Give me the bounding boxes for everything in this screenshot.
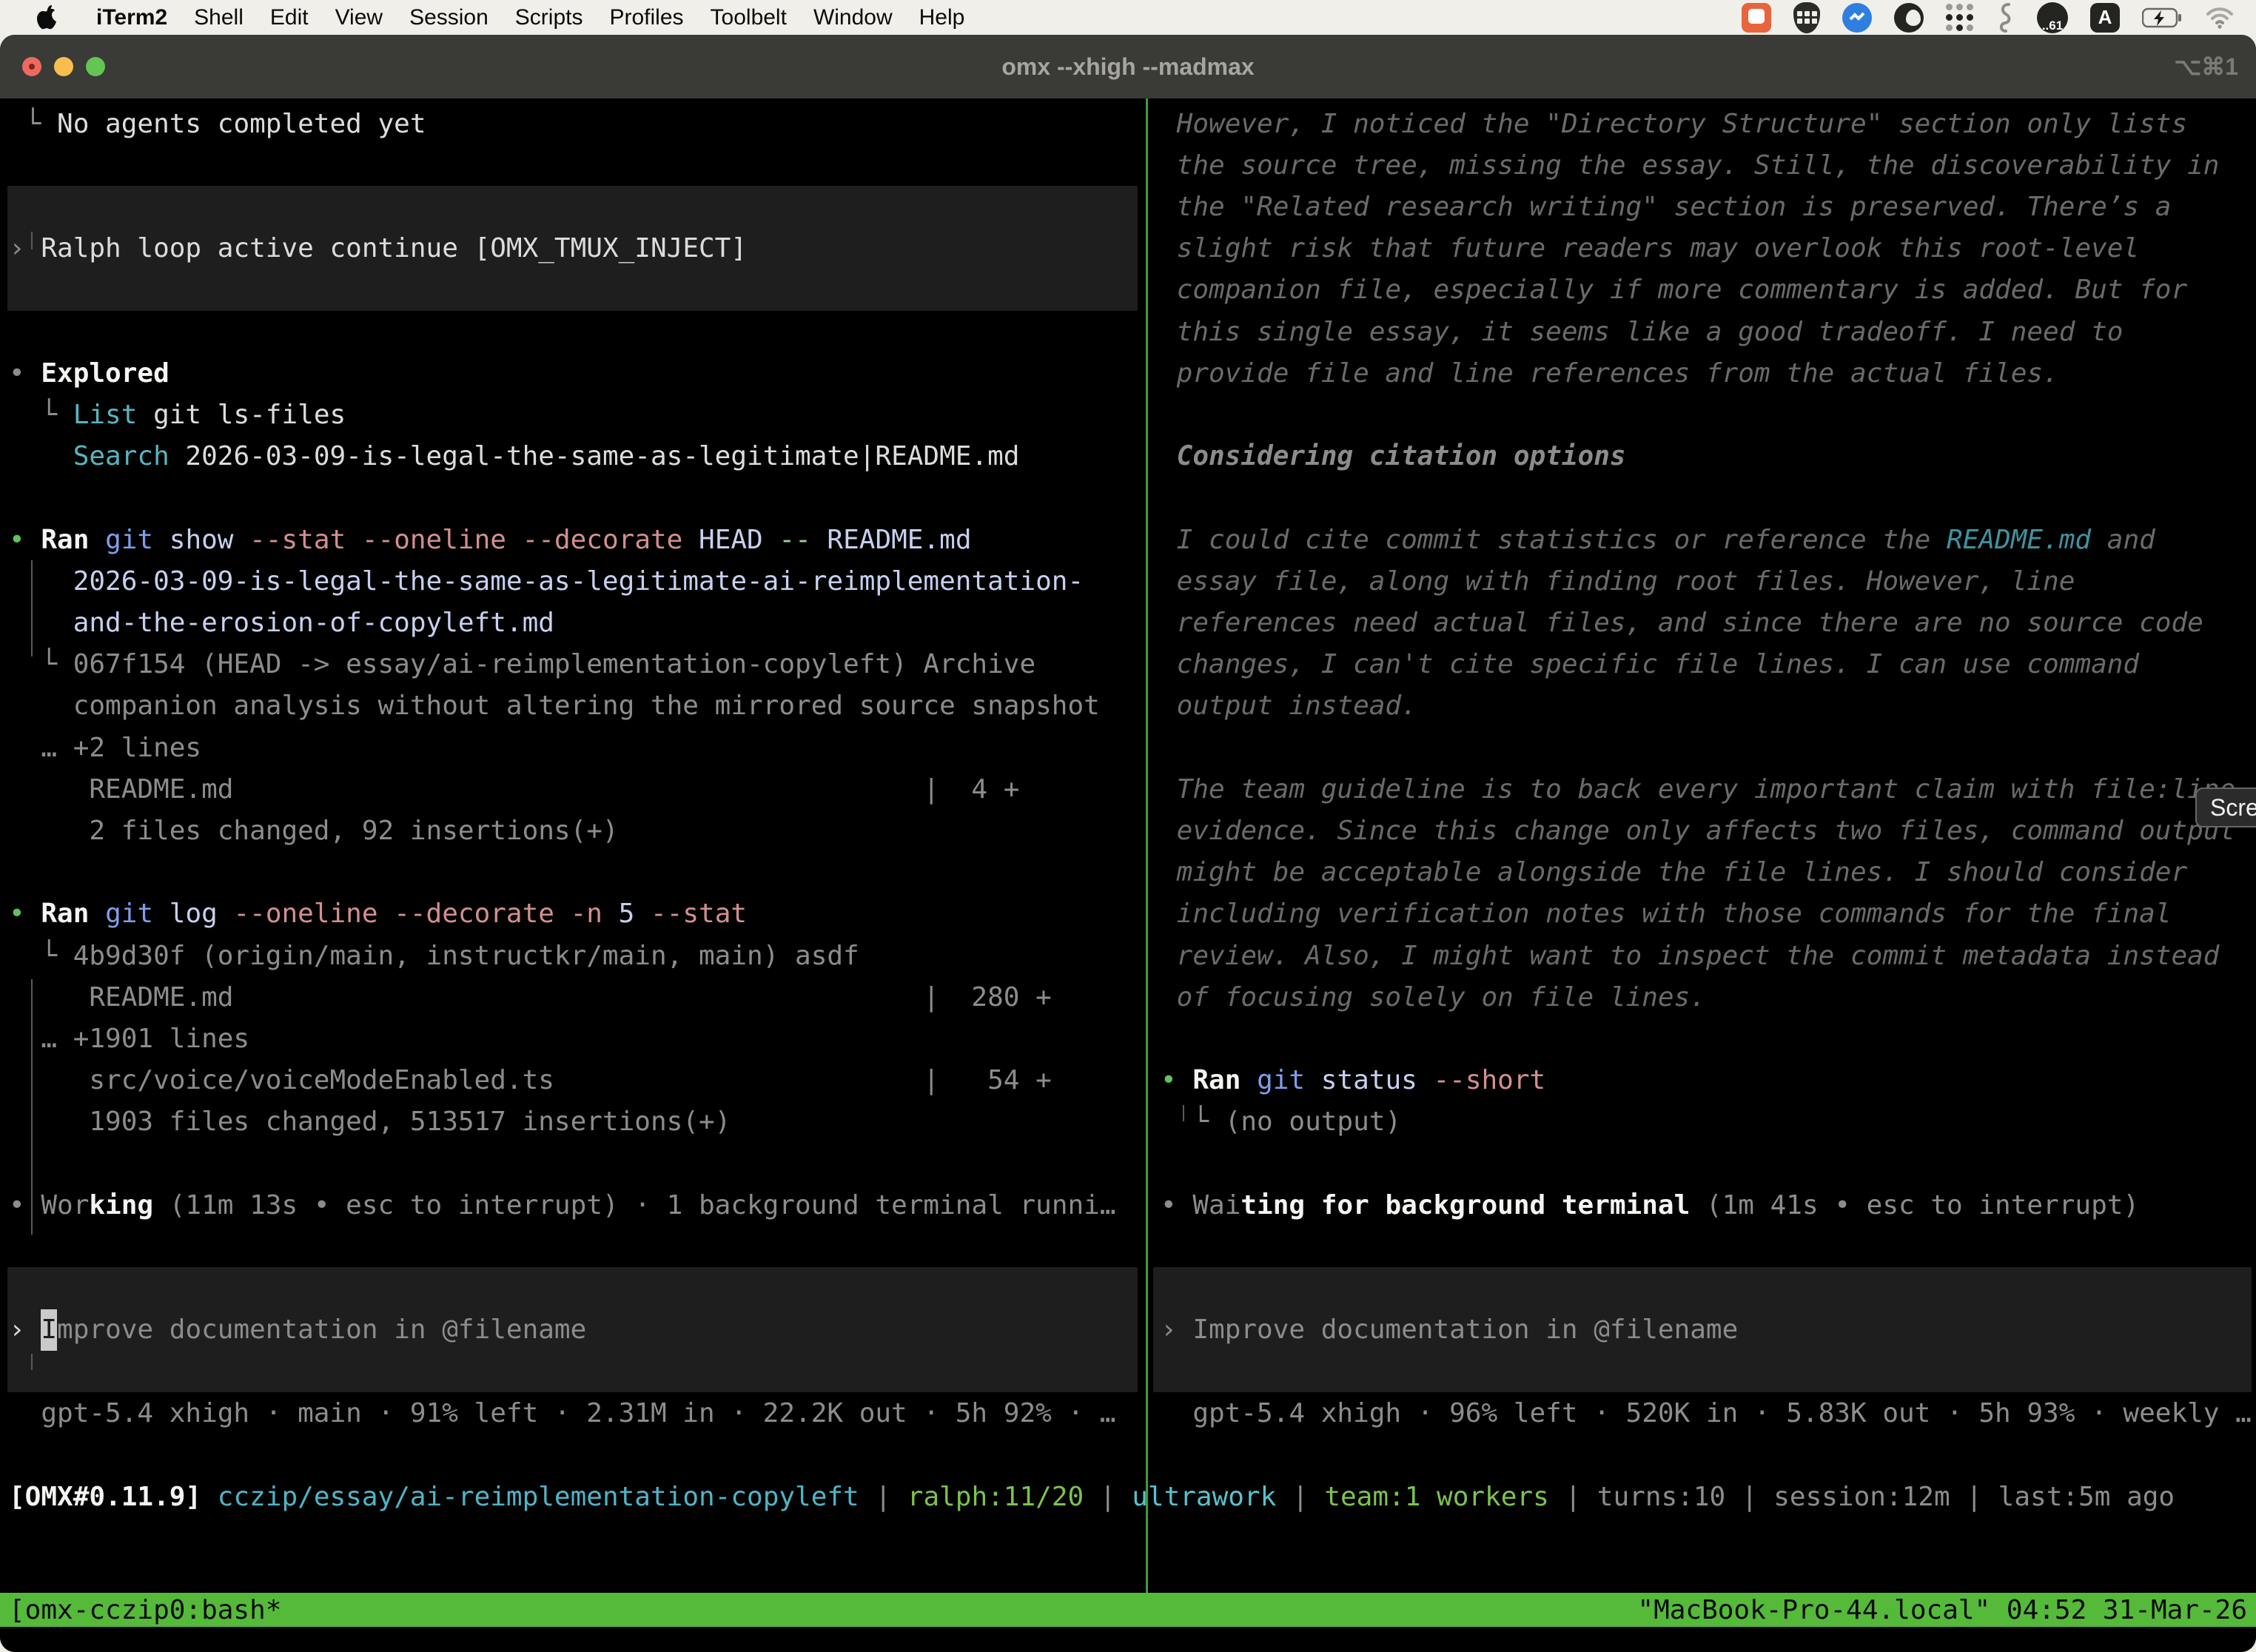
terminal-line: • Ran git show --stat --oneline --decora… (9, 519, 972, 561)
terminal-line: • Ran git status --short (1161, 1060, 1545, 1102)
terminal-line: review. Also, I might want to inspect th… (1161, 935, 2219, 977)
terminal-line: README.md | 280 + (9, 976, 1052, 1018)
terminal-line: › Improve documentation in @filename (9, 1309, 586, 1352)
terminal-line: … +1901 lines (9, 1018, 249, 1060)
terminal-line: README.md | 4 + (9, 768, 1019, 810)
tmux-host-clock: "MacBook-Pro-44.local" 04:52 31-Mar-26 (1637, 1595, 2247, 1625)
tree-connector (31, 1354, 33, 1370)
terminal-line: › Improve documentation in @filename (1161, 1309, 1738, 1352)
terminal-line: evidence. Since this change only affects… (1161, 810, 2235, 852)
terminal-line: └ (no output) (1161, 1101, 1401, 1144)
shield-icon[interactable] (1793, 2, 1820, 33)
terminal-line: provide file and line references from th… (1161, 352, 2059, 394)
squiggle-icon[interactable] (1995, 2, 2015, 33)
menu-item-help[interactable]: Help (906, 5, 978, 30)
terminal-line: The team guideline is to back every impo… (1161, 768, 2235, 810)
terminal-line: of focusing solely on file lines. (1161, 976, 1706, 1018)
terminal-line: this single essay, it seems like a good … (1161, 311, 2123, 353)
apple-icon[interactable] (36, 3, 61, 33)
terminal-line: [OMX#0.11.9] cczip/essay/ai-reimplementa… (9, 1476, 2175, 1518)
menu-items: iTerm2ShellEditViewSessionScriptsProfile… (83, 5, 978, 30)
tmux-session-label: [omx-cczip0:bash* (9, 1595, 281, 1625)
terminal-line: └ List git ls-files (9, 394, 346, 436)
chat-icon[interactable] (1742, 3, 1771, 33)
terminal-line: I could cite commit statistics or refere… (1161, 519, 2155, 561)
terminal-line: • Waiting for background terminal (1m 41… (1161, 1184, 2139, 1226)
terminal-line: └ No agents completed yet (9, 103, 426, 145)
terminal-line: 1903 files changed, 513517 insertions(+) (9, 1101, 731, 1144)
terminal-line: └ 4b9d30f (origin/main, instructkr/main,… (9, 935, 859, 977)
right-pane[interactable]: However, I noticed the "Directory Struct… (1152, 98, 2256, 1593)
terminal-area[interactable]: └ No agents completed yet › Ralph loop ac… (0, 98, 2256, 1593)
terminal-line: └ 067f154 (HEAD -> essay/ai-reimplementa… (9, 644, 1035, 686)
terminal-line: slight risk that future readers may over… (1161, 228, 2139, 270)
wifi-icon[interactable] (2206, 7, 2234, 29)
terminal-line: might be acceptable alongside the file l… (1161, 852, 2187, 894)
terminal-line: › Ralph loop active continue [OMX_TMUX_I… (9, 228, 747, 270)
terminal-line: • Working (11m 13s • esc to interrupt) ·… (9, 1184, 1116, 1226)
terminal-line: However, I noticed the "Directory Struct… (1161, 103, 2187, 145)
terminal-line: • Explored (9, 352, 169, 394)
letter-a-icon[interactable]: A (2090, 3, 2120, 33)
terminal-line: src/voice/voiceModeEnabled.ts | 54 + (9, 1060, 1052, 1102)
screenshot-tooltip: Scre (2195, 788, 2256, 827)
badge-61-icon[interactable]: ..61 (2037, 2, 2068, 33)
menu-item-window[interactable]: Window (800, 5, 906, 30)
terminal-line: changes, I can't cite specific file line… (1161, 644, 2139, 686)
dots-grid-icon[interactable] (1946, 4, 1973, 31)
terminal-line: • Ran git log --oneline --decorate -n 5 … (9, 893, 747, 936)
messenger-icon[interactable] (1842, 3, 1872, 33)
terminal-line: essay file, along with finding root file… (1161, 560, 2075, 602)
moon-icon[interactable] (1894, 3, 1924, 33)
menu-item-iterm2[interactable]: iTerm2 (83, 5, 181, 30)
terminal-line: 2026-03-09-is-legal-the-same-as-legitima… (9, 560, 1084, 602)
terminal-line: the "Related research writing" section i… (1161, 186, 2171, 228)
window-bottom-strip (0, 1627, 2256, 1652)
right-pane-lines: However, I noticed the "Directory Struct… (1161, 103, 2256, 1593)
window-shortcut-badge: ⌥⌘1 (2174, 35, 2238, 98)
menu-bar-left: iTerm2ShellEditViewSessionScriptsProfile… (0, 3, 978, 33)
terminal-line: … +2 lines (9, 727, 201, 769)
left-pane[interactable]: └ No agents completed yet › Ralph loop ac… (0, 98, 1146, 1593)
window-title: omx --xhigh --madmax (0, 35, 2256, 98)
iterm2-window: omx --xhigh --madmax ⌥⌘1 └ No agents com… (0, 35, 2256, 1652)
title-bar[interactable]: omx --xhigh --madmax ⌥⌘1 (0, 35, 2256, 99)
menu-bar: iTerm2ShellEditViewSessionScriptsProfile… (0, 0, 2256, 35)
terminal-line: including verification notes with those … (1161, 893, 2171, 936)
terminal-line: Search 2026-03-09-is-legal-the-same-as-l… (9, 436, 1019, 478)
battery-icon[interactable] (2142, 7, 2183, 28)
terminal-line: companion file, especially if more comme… (1161, 269, 2187, 312)
terminal-line: companion analysis without altering the … (9, 685, 1100, 728)
pane-divider[interactable] (1146, 98, 1148, 1593)
menu-item-scripts[interactable]: Scripts (502, 5, 597, 30)
terminal-line: 2 files changed, 92 insertions(+) (9, 810, 619, 852)
tmux-status-bar: [omx-cczip0:bash* "MacBook-Pro-44.local"… (0, 1593, 2256, 1627)
menu-item-toolbelt[interactable]: Toolbelt (697, 5, 800, 30)
menu-item-session[interactable]: Session (396, 5, 502, 30)
terminal-line: Considering citation options (1161, 436, 1626, 478)
menu-item-edit[interactable]: Edit (257, 5, 322, 30)
omx-status-line: [OMX#0.11.9] cczip/essay/ai-reimplementa… (9, 1476, 2256, 1593)
left-pane-lines: └ No agents completed yet › Ralph loop ac… (9, 103, 1146, 1593)
menu-item-profiles[interactable]: Profiles (596, 5, 696, 30)
menu-bar-status-icons: ..61 A (1742, 2, 2256, 33)
menu-item-view[interactable]: View (322, 5, 396, 30)
terminal-line: the source tree, missing the essay. Stil… (1161, 144, 2219, 187)
terminal-line: and-the-erosion-of-copyleft.md (9, 602, 554, 644)
terminal-line: output instead. (1161, 685, 1417, 728)
menu-item-shell[interactable]: Shell (181, 5, 257, 30)
terminal-line: gpt-5.4 xhigh · 96% left · 520K in · 5.8… (1161, 1392, 2252, 1434)
terminal-line: gpt-5.4 xhigh · main · 91% left · 2.31M … (9, 1392, 1116, 1434)
tooltip-text: Scre (2210, 794, 2256, 822)
terminal-line: references need actual files, and since … (1161, 602, 2203, 644)
